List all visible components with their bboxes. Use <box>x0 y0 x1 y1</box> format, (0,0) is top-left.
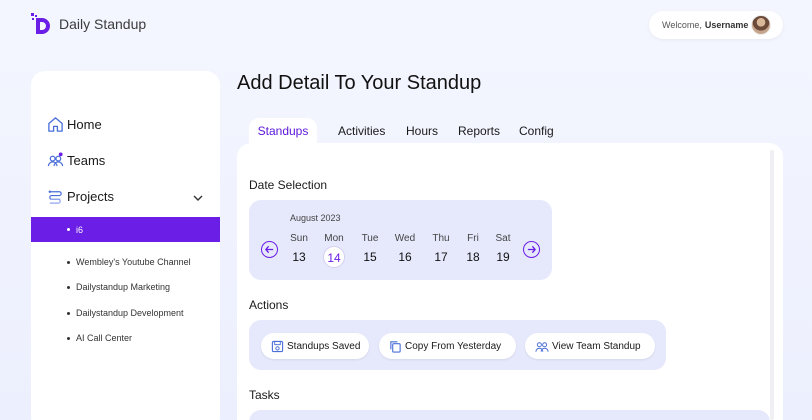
button-label: View Team Standup <box>552 340 641 352</box>
bullet <box>67 260 70 264</box>
actions-heading: Actions <box>249 298 289 312</box>
arrow-left-icon <box>265 245 274 254</box>
copy-from-yesterday-button[interactable]: Copy From Yesterday <box>379 333 516 359</box>
username: Username <box>704 20 749 30</box>
project-item-development[interactable]: Dailystandup Development <box>31 308 220 318</box>
day-name: Wed <box>394 233 416 244</box>
project-label: i6 <box>76 224 84 235</box>
welcome-text: Welcome, <box>662 20 702 30</box>
sidebar-item-teams[interactable]: Teams <box>47 152 105 169</box>
day-date: 19 <box>496 250 510 264</box>
tab-config[interactable]: Config <box>519 118 554 144</box>
scrollbar[interactable] <box>770 150 774 420</box>
day-date-selected: 14 <box>323 246 345 268</box>
day-name: Thu <box>432 233 450 244</box>
day-thu[interactable]: Thu 17 <box>426 233 456 264</box>
tab-activities[interactable]: Activities <box>338 118 385 144</box>
date-selection-heading: Date Selection <box>249 178 328 192</box>
app-logo[interactable]: Daily Standup <box>31 13 146 35</box>
team-icon <box>535 341 549 352</box>
day-name: Sun <box>290 233 308 244</box>
day-sun[interactable]: Sun 13 <box>284 233 314 264</box>
day-date: 18 <box>466 250 480 264</box>
prev-week-button[interactable] <box>261 241 278 258</box>
standups-saved-button[interactable]: Standups Saved <box>261 333 369 359</box>
day-sat[interactable]: Sat 19 <box>488 233 518 264</box>
project-item-i6[interactable]: i6 <box>31 217 220 242</box>
avatar[interactable] <box>751 15 771 35</box>
date-picker: August 2023 Sun 13 Mon 14 Tue 15 Wed 16 … <box>249 200 552 280</box>
month-label: August 2023 <box>290 213 341 223</box>
tab-reports[interactable]: Reports <box>458 118 500 144</box>
tasks-heading: Tasks <box>249 388 280 402</box>
sidebar-item-label: Home <box>67 117 102 132</box>
home-icon <box>48 117 63 132</box>
arrow-right-icon <box>527 245 536 254</box>
day-date: 15 <box>363 250 377 264</box>
bullet <box>67 228 70 231</box>
tab-standups[interactable]: Standups <box>249 118 317 144</box>
next-week-button[interactable] <box>523 241 540 258</box>
logo-icon <box>31 13 50 34</box>
tab-hours[interactable]: Hours <box>406 118 438 144</box>
sidebar-item-home[interactable]: Home <box>47 116 102 133</box>
user-menu[interactable]: Welcome, Username <box>649 11 783 39</box>
day-mon[interactable]: Mon 14 <box>319 233 349 268</box>
button-label: Standups Saved <box>287 340 361 352</box>
sidebar-item-label: Teams <box>67 153 106 168</box>
project-item-ai-call-center[interactable]: AI Call Center <box>31 333 220 343</box>
chevron-down-icon[interactable] <box>192 192 204 204</box>
projects-icon <box>48 190 62 204</box>
bullet <box>67 336 70 340</box>
day-name: Fri <box>467 233 479 244</box>
day-wed[interactable]: Wed 16 <box>390 233 420 264</box>
project-label: Wembley's Youtube Channel <box>76 257 191 267</box>
project-label: Dailystandup Marketing <box>76 282 171 292</box>
project-item-wembley[interactable]: Wembley's Youtube Channel <box>31 257 220 267</box>
project-label: AI Call Center <box>76 333 133 343</box>
copy-icon <box>390 340 401 353</box>
day-tue[interactable]: Tue 15 <box>355 233 385 264</box>
tasks-area <box>249 410 770 420</box>
view-team-standup-button[interactable]: View Team Standup <box>525 333 655 359</box>
day-date: 17 <box>434 250 448 264</box>
day-date: 13 <box>292 250 306 264</box>
sidebar-item-label: Projects <box>67 189 114 204</box>
day-name: Mon <box>324 233 344 244</box>
save-icon <box>271 340 284 352</box>
actions-bar: Standups Saved Copy From Yesterday View … <box>249 320 666 370</box>
sidebar: Home Teams Projects i6 Wembley's Youtube… <box>31 71 220 420</box>
button-label: Copy From Yesterday <box>405 340 502 352</box>
project-label: Dailystandup Development <box>76 308 184 318</box>
day-name: Sat <box>495 233 511 244</box>
project-item-marketing[interactable]: Dailystandup Marketing <box>31 282 220 292</box>
day-name: Tue <box>361 233 379 244</box>
app-title: Daily Standup <box>59 16 147 32</box>
teams-icon <box>47 152 64 167</box>
sidebar-item-projects[interactable]: Projects <box>47 188 114 205</box>
bullet <box>67 311 70 315</box>
bullet <box>67 285 70 289</box>
day-date: 16 <box>398 250 412 264</box>
page-title: Add Detail To Your Standup <box>237 72 482 94</box>
day-fri[interactable]: Fri 18 <box>458 233 488 264</box>
